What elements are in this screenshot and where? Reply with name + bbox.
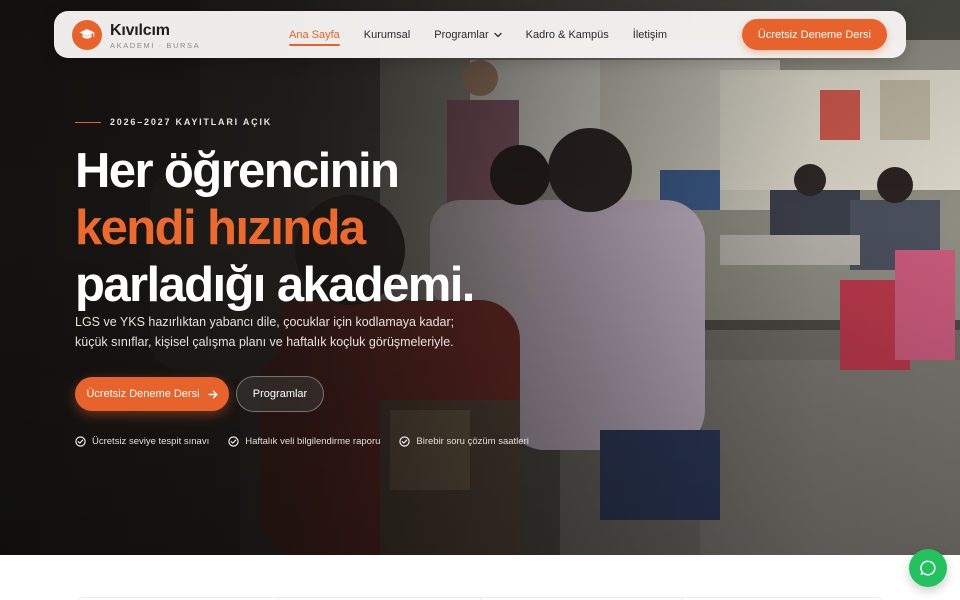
check-circle-icon (75, 436, 86, 447)
chevron-down-icon (493, 32, 502, 38)
chat-bubble-icon (919, 559, 937, 577)
hero-headline: Her öğrencinin kendi hızında parladığı a… (75, 143, 475, 314)
feature-item: Haftalık veli bilgilendirme raporu (228, 436, 380, 447)
brand-name: Kıvılcım (110, 22, 170, 39)
navbar: Kıvılcım AKADEMİ · BURSA Ana Sayfa Kurum… (54, 11, 906, 58)
feature-label: Ücretsiz seviye tespit sınavı (92, 436, 210, 447)
check-circle-icon (399, 436, 411, 447)
check-circle-icon (228, 436, 239, 447)
graduation-cap-icon (79, 28, 95, 42)
nav-item-iletisim[interactable]: İletişim (633, 11, 667, 58)
feature-item: Birebir soru çözüm saatleri (399, 436, 529, 447)
nav-item-label: Kurumsal (363, 28, 411, 41)
chat-button[interactable] (909, 549, 947, 587)
headline-line-1: Her öğrencinin (75, 144, 400, 198)
content-section (0, 555, 960, 600)
nav-item-programlar[interactable]: Programlar (434, 11, 502, 58)
free-trial-button[interactable]: Ücretsiz Deneme Dersi (75, 377, 229, 411)
headline-line-3: parladığı akademi. (75, 258, 475, 312)
feature-label: Birebir soru çözüm saatleri (416, 436, 529, 447)
logo-badge[interactable] (72, 20, 102, 50)
nav-item-kadro-kampus[interactable]: Kadro & Kampüs (526, 11, 609, 58)
feature-item: Ücretsiz seviye tespit sınavı (75, 436, 209, 447)
eyebrow-text: 2026–2027 KAYITLARI AÇIK (110, 117, 273, 127)
eyebrow: 2026–2027 KAYITLARI AÇIK (75, 117, 272, 127)
nav-item-ana-sayfa[interactable]: Ana Sayfa (289, 11, 340, 58)
programs-button[interactable]: Programlar (236, 376, 324, 412)
free-trial-button-header[interactable]: Ücretsiz Deneme Dersi (741, 19, 887, 50)
brand[interactable]: Kıvılcım AKADEMİ · BURSA (110, 22, 200, 51)
nav-item-label: Programlar (434, 28, 489, 41)
arrow-right-icon (207, 390, 218, 399)
nav-item-label: Ana Sayfa (289, 28, 340, 41)
nav-item-label: İletişim (632, 28, 668, 41)
free-trial-button-label: Ücretsiz Deneme Dersi (86, 388, 200, 400)
nav-item-label: Kadro & Kampüs (525, 28, 609, 41)
eyebrow-divider (75, 121, 101, 123)
nav-item-kurumsal[interactable]: Kurumsal (364, 11, 410, 58)
hero-lead: LGS ve YKS hazırlıktan yabancı dile, çoc… (75, 315, 455, 349)
feature-label: Haftalık veli bilgilendirme raporu (245, 436, 381, 447)
headline-highlight: kendi hızında (75, 201, 366, 255)
feature-list: Ücretsiz seviye tespit sınavı Haftalık v… (75, 436, 548, 447)
main-menu: Ana Sayfa Kurumsal Programlar Kadro & Ka… (289, 11, 691, 58)
brand-subtitle: AKADEMİ · BURSA (110, 41, 201, 50)
